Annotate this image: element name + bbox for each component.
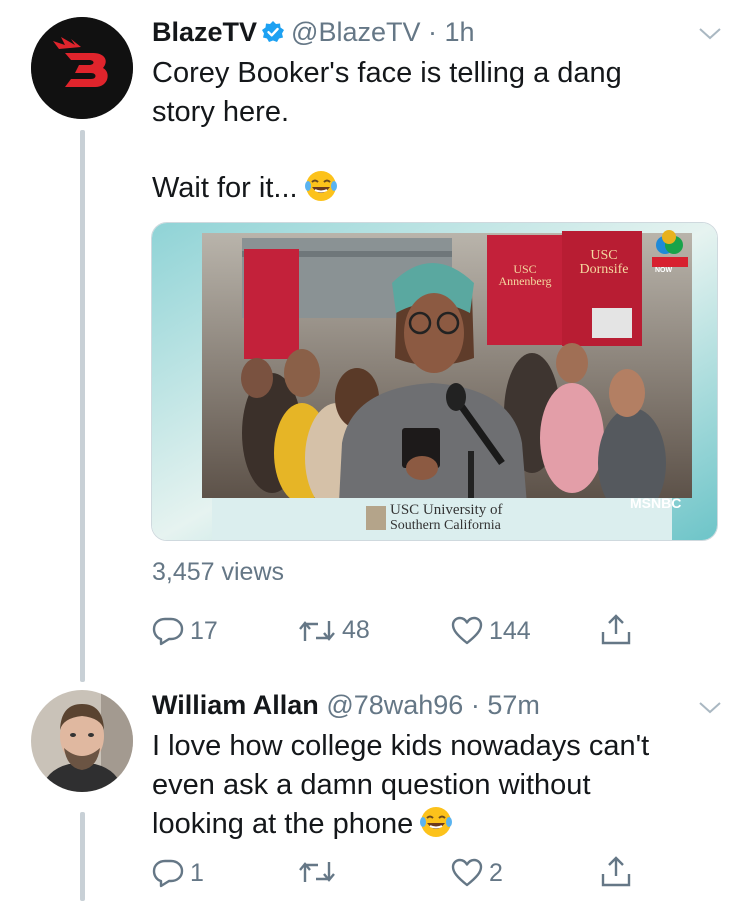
tweet-text-line: even ask a damn question without	[152, 769, 591, 801]
avatar-photo	[31, 690, 133, 792]
reply-icon	[152, 617, 184, 646]
view-count: 3,457 views	[152, 558, 285, 586]
chevron-down-icon[interactable]	[698, 700, 722, 716]
verified-badge-icon	[262, 21, 285, 42]
retweet-icon	[299, 862, 335, 882]
thread-connector-line	[80, 812, 85, 901]
reply-count: 17	[190, 616, 218, 645]
tweet-text-line: story here.	[152, 96, 289, 128]
banner-dornsife: USC Dornsife	[566, 249, 642, 277]
live-badge: NOW	[655, 267, 673, 274]
reply-count: 1	[190, 858, 204, 887]
handle[interactable]: @BlazeTV	[291, 17, 420, 47]
reply-button[interactable]: 1	[152, 858, 204, 888]
like-count: 2	[489, 858, 503, 887]
share-icon	[601, 856, 631, 887]
like-count: 144	[489, 616, 531, 645]
blazetv-avatar[interactable]	[31, 17, 133, 119]
tweet-text-line: Corey Booker's face is telling a dang	[152, 57, 622, 89]
tears-of-joy-emoji	[304, 171, 337, 201]
tweet-text-line: I love how college kids nowadays can't	[152, 730, 650, 762]
heart-icon	[451, 858, 483, 887]
reply-icon	[152, 859, 184, 888]
display-name[interactable]: William Allan	[152, 690, 319, 720]
tweet-text: Corey Booker's face is telling a dang st…	[152, 54, 712, 132]
tweet-text: I love how college kids nowadays can't e…	[152, 727, 712, 844]
like-button[interactable]: 144	[451, 616, 531, 646]
tweet-header: William Allan @78wah96 · 57m	[152, 689, 540, 721]
banner-subtitle: Dornsife	[579, 262, 629, 277]
blaze-logo-icon	[31, 17, 133, 119]
tweet-header: BlazeTV @BlazeTV · 1h	[152, 16, 475, 48]
tweet-text-line: Wait for it...	[152, 172, 298, 204]
reply-button[interactable]: 17	[152, 616, 218, 646]
display-name[interactable]: BlazeTV	[152, 17, 257, 47]
video-caption: USC University of Southern California	[390, 502, 503, 534]
separator-dot: ·	[463, 690, 488, 720]
share-icon	[601, 614, 631, 645]
retweet-button[interactable]	[298, 858, 342, 886]
network-logo: MSNBC	[630, 495, 682, 511]
tweet-text: Wait for it...	[152, 169, 712, 208]
chevron-down-icon[interactable]	[698, 26, 722, 42]
video-player[interactable]: USC Annenberg USC Dornsife NOW USC Unive…	[151, 222, 718, 541]
timestamp[interactable]: 1h	[445, 17, 475, 47]
user-avatar[interactable]	[31, 690, 133, 792]
retweet-count: 48	[342, 616, 370, 644]
caption-line: Southern California	[390, 518, 501, 533]
share-button[interactable]	[600, 612, 632, 646]
tweet-text-line: looking at the phone	[152, 808, 414, 840]
retweet-button[interactable]: 48	[298, 616, 370, 645]
timestamp[interactable]: 57m	[487, 690, 540, 720]
banner-title: USC	[590, 248, 618, 263]
thread-connector-line	[80, 130, 85, 682]
retweet-icon	[299, 620, 335, 641]
banner-annenberg: USC Annenberg	[489, 263, 561, 287]
handle[interactable]: @78wah96	[326, 690, 463, 720]
separator-dot: ·	[420, 17, 445, 47]
tears-of-joy-emoji	[420, 807, 453, 837]
heart-icon	[451, 616, 483, 645]
caption-line: USC University of	[390, 502, 503, 518]
share-button[interactable]	[600, 854, 632, 888]
like-button[interactable]: 2	[451, 858, 503, 888]
banner-subtitle: Annenberg	[498, 274, 552, 288]
